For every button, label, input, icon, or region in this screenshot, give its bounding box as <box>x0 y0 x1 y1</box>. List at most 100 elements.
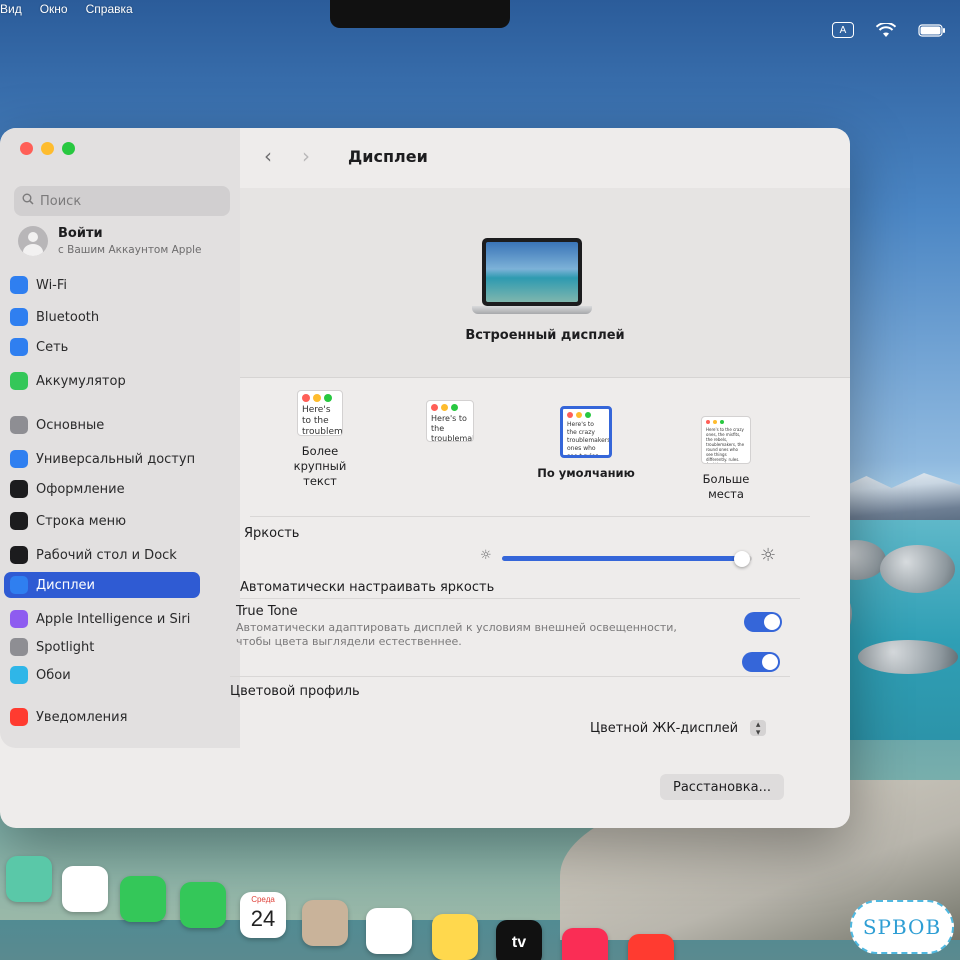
minimize-button[interactable] <box>41 142 54 155</box>
window-controls <box>20 142 75 155</box>
true-tone-label: True Tone <box>236 604 298 619</box>
desktop-rock <box>858 640 958 674</box>
divider <box>240 598 800 599</box>
resolution-label: Более крупный текст <box>293 444 347 488</box>
brightness-slider[interactable]: ☼ ☼ <box>480 545 776 568</box>
resolution-preview: Here's to the troublemakers, ones who <box>426 400 474 442</box>
resolution-option-more-space[interactable]: Here's to the crazy ones, the misfits, t… <box>666 416 786 502</box>
account-subtitle: с Вашим Аккаунтом Apple <box>58 244 202 256</box>
slider-knob[interactable] <box>734 551 750 567</box>
music-app-icon[interactable] <box>562 928 608 960</box>
sidebar-item-label: Аккумулятор <box>36 373 126 389</box>
tv-app-icon[interactable]: tv <box>496 920 542 960</box>
sidebar-item-label: Сеть <box>36 339 69 355</box>
sidebar-item-label: Apple Intelligence и Siri <box>36 611 191 627</box>
chevron-updown-icon: ▴ ▾ <box>750 720 767 738</box>
sidebar-item[interactable]: Уведомления <box>4 704 200 730</box>
divider <box>230 676 790 677</box>
reminders-app-icon[interactable] <box>366 908 412 954</box>
sidebar-item[interactable]: Сеть <box>4 334 200 360</box>
notifications-icon <box>10 708 28 726</box>
menu-window[interactable]: Окно <box>40 2 68 16</box>
battery-icon <box>10 372 28 390</box>
sidebar-item-label: Строка меню <box>36 513 127 529</box>
desktop-rock <box>880 545 955 593</box>
resolution-option-2[interactable]: Here's to the troublemakers, ones who <box>390 400 510 450</box>
color-profile-value: Цветной ЖК-дисплей <box>590 720 739 736</box>
page-title: Дисплеи <box>348 146 428 166</box>
slider-fill <box>502 556 742 561</box>
avatar <box>18 226 48 256</box>
resolution-preview: Here's to the troublemakers <box>297 390 343 436</box>
color-profile-select[interactable]: Цветной ЖК-дисплей ▴ ▾ <box>590 720 767 738</box>
desktop-dock-icon <box>10 546 28 564</box>
sidebar-item[interactable]: Дисплеи <box>4 572 200 598</box>
battery-icon[interactable] <box>918 23 946 37</box>
wifi-icon[interactable] <box>876 22 896 38</box>
wallpaper-icon <box>10 666 28 684</box>
dock: Среда 24 tv <box>0 848 960 960</box>
back-button[interactable]: ‹ <box>264 144 284 168</box>
wifi-icon <box>10 276 28 294</box>
sidebar-item[interactable]: Bluetooth <box>4 304 200 330</box>
close-button[interactable] <box>20 142 33 155</box>
notes-app-icon[interactable] <box>432 914 478 960</box>
resolution-option-larger-text[interactable]: Here's to the troublemakers Более крупны… <box>260 390 380 489</box>
sidebar-item[interactable]: Рабочий стол и Dock <box>4 542 200 568</box>
account-signin[interactable]: Войти с Вашим Аккаунтом Apple <box>18 226 202 256</box>
resolution-options: Here's to the troublemakers Более крупны… <box>240 378 850 508</box>
sidebar-item[interactable]: Основные <box>4 412 200 438</box>
sidebar-item[interactable]: Оформление <box>4 476 200 502</box>
spotlight-icon <box>10 638 28 656</box>
sidebar-item[interactable]: Apple Intelligence и Siri <box>4 606 200 632</box>
sidebar-item[interactable]: Универсальный доступ <box>4 446 200 472</box>
facetime-app-icon[interactable] <box>120 876 166 922</box>
contacts-app-icon[interactable] <box>302 900 348 946</box>
gear-icon <box>10 416 28 434</box>
menu-view[interactable]: Вид <box>0 2 22 16</box>
sidebar-item[interactable]: Wi-Fi <box>4 272 200 298</box>
true-tone-toggle[interactable] <box>742 652 780 672</box>
preview-text: Here's to the troublemakers, ones who <box>431 414 473 442</box>
sidebar-item[interactable]: Аккумулятор <box>4 368 200 394</box>
laptop-base <box>472 306 592 314</box>
auto-brightness-toggle[interactable] <box>744 612 782 632</box>
photos-app-icon[interactable] <box>62 866 108 912</box>
slider-track <box>502 551 752 567</box>
calendar-app-icon[interactable]: Среда 24 <box>240 892 286 938</box>
resolution-preview: Here's to the crazy troublemakers, ones … <box>560 406 612 458</box>
resolution-label: Больше места <box>702 472 750 501</box>
maps-app-icon[interactable] <box>6 856 52 902</box>
divider <box>250 516 810 517</box>
sidebar-item[interactable]: Spotlight <box>4 634 200 660</box>
preview-text: Here's to the crazy troublemakers, ones … <box>567 421 609 458</box>
toolbar: ‹ › Дисплеи <box>240 144 428 168</box>
arrange-button[interactable]: Расстановка... <box>660 774 784 800</box>
preview-dots <box>702 417 750 427</box>
resolution-option-default[interactable]: Here's to the crazy troublemakers, ones … <box>526 406 646 481</box>
search-input[interactable]: Поиск <box>14 186 230 216</box>
news-app-icon[interactable] <box>628 934 674 960</box>
builtin-display-thumbnail[interactable] <box>472 238 592 318</box>
sidebar-item-label: Уведомления <box>36 709 128 725</box>
menubar-icon <box>10 512 28 530</box>
phone-app-icon[interactable] <box>180 882 226 928</box>
status-menu-extras: A <box>832 22 946 38</box>
sidebar-item-label: Универсальный доступ <box>36 451 196 467</box>
brightness-label: Яркость <box>244 526 300 541</box>
calendar-date: 24 <box>250 906 276 931</box>
sidebar-item[interactable]: Обои <box>4 662 200 688</box>
keyboard-input-icon[interactable]: A <box>832 22 854 38</box>
preview-dots <box>427 401 473 414</box>
sidebar-item-label: Wi-Fi <box>36 277 68 293</box>
laptop-screen <box>482 238 582 306</box>
preview-dots <box>298 391 342 405</box>
search-placeholder: Поиск <box>40 193 82 209</box>
zoom-button[interactable] <box>62 142 75 155</box>
forward-button[interactable]: › <box>302 144 322 168</box>
sidebar-item[interactable]: Строка меню <box>4 508 200 534</box>
sidebar: Поиск Войти с Вашим Аккаунтом Apple Wi-F… <box>0 128 240 748</box>
siri-icon <box>10 610 28 628</box>
sidebar-item-label: Основные <box>36 417 105 433</box>
menu-help[interactable]: Справка <box>86 2 133 16</box>
